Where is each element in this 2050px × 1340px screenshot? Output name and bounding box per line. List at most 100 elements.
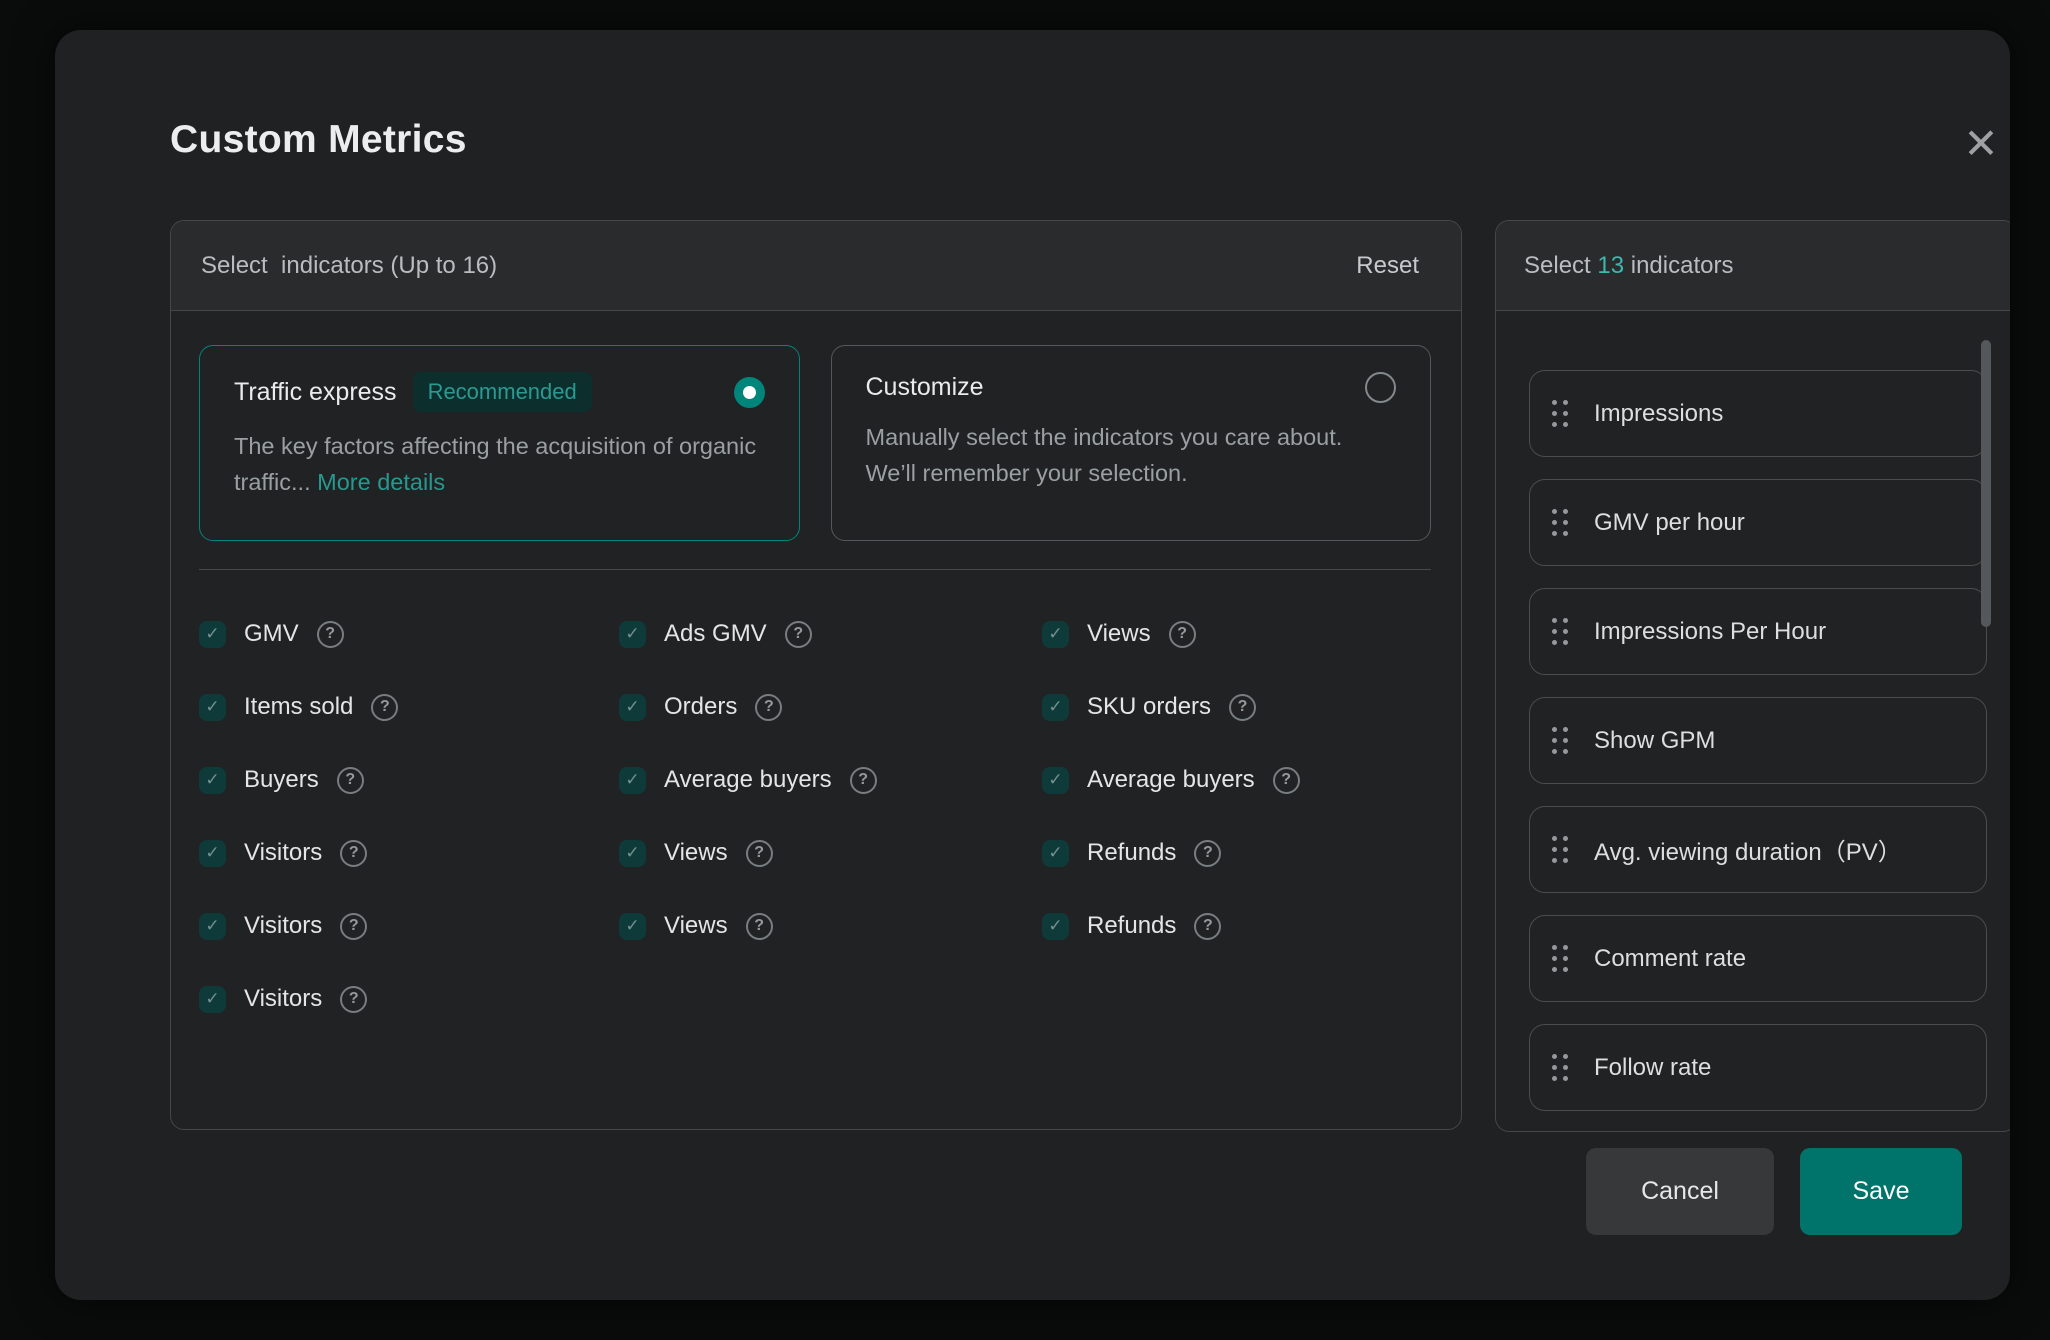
metric-checkbox-row: ✓ Average buyers ? [1042, 756, 1431, 804]
checkbox-checked-icon[interactable]: ✓ [199, 986, 226, 1013]
checkbox-checked-icon[interactable]: ✓ [619, 621, 646, 648]
drag-handle-icon[interactable] [1552, 507, 1568, 539]
help-icon[interactable]: ? [1194, 840, 1221, 867]
indicator-label: Avg. viewing duration（PV） [1594, 832, 1902, 867]
customize-card[interactable]: Customize Manually select the indicators… [831, 345, 1432, 541]
traffic-express-radio[interactable] [734, 377, 765, 408]
save-button[interactable]: Save [1800, 1148, 1962, 1235]
traffic-express-description: The key factors affecting the acquisitio… [234, 428, 765, 501]
recommended-badge: Recommended [413, 372, 592, 412]
indicator-card[interactable]: Follow rate [1529, 1024, 1987, 1111]
metric-label: Views [664, 839, 728, 867]
checkbox-checked-icon[interactable]: ✓ [199, 840, 226, 867]
checkbox-checked-icon[interactable]: ✓ [1042, 767, 1069, 794]
help-icon[interactable]: ? [785, 621, 812, 648]
traffic-express-title: Traffic express [234, 378, 397, 407]
metric-label: Buyers [244, 766, 319, 794]
metric-label: Visitors [244, 839, 322, 867]
help-icon[interactable]: ? [371, 694, 398, 721]
cancel-button[interactable]: Cancel [1586, 1148, 1774, 1235]
metric-checkbox-row: ✓ Views ? [619, 902, 1042, 950]
checkbox-checked-icon[interactable]: ✓ [1042, 913, 1069, 940]
help-icon[interactable]: ? [340, 840, 367, 867]
indicator-card[interactable]: Impressions [1529, 370, 1987, 457]
metric-checkbox-row: ✓ Average buyers ? [619, 756, 1042, 804]
metric-label: Views [1087, 620, 1151, 648]
metric-label: Average buyers [664, 766, 832, 794]
metric-checkbox-row: ✓ Items sold ? [199, 683, 619, 731]
metric-label: Refunds [1087, 912, 1176, 940]
help-icon[interactable]: ? [746, 913, 773, 940]
help-icon[interactable]: ? [746, 840, 773, 867]
traffic-express-card[interactable]: Traffic express Recommended The key fact… [199, 345, 800, 541]
customize-description: Manually select the indicators you care … [866, 419, 1397, 492]
metric-checkbox-row: ✓ Views ? [1042, 610, 1431, 658]
metric-label: Average buyers [1087, 766, 1255, 794]
customize-radio[interactable] [1365, 372, 1396, 403]
metric-checkbox-row: ✓ Orders ? [619, 683, 1042, 731]
checkbox-checked-icon[interactable]: ✓ [199, 694, 226, 721]
metric-checkbox-row: ✓ Visitors ? [199, 829, 619, 877]
reset-button[interactable]: Reset [1356, 252, 1419, 280]
help-icon[interactable]: ? [1273, 767, 1300, 794]
dialog-scrollbar[interactable] [1981, 340, 1991, 627]
metric-checkbox-row: ✓ Refunds ? [1042, 829, 1431, 877]
metric-label: Refunds [1087, 839, 1176, 867]
help-icon[interactable]: ? [755, 694, 782, 721]
checkbox-checked-icon[interactable]: ✓ [619, 694, 646, 721]
indicator-card[interactable]: Avg. viewing duration（PV） [1529, 806, 1987, 893]
left-panel-body: Traffic express Recommended The key fact… [171, 311, 1461, 1023]
checkbox-checked-icon[interactable]: ✓ [619, 840, 646, 867]
drag-handle-icon[interactable] [1552, 398, 1568, 430]
left-panel-header: Select indicators (Up to 16) Reset [171, 221, 1461, 311]
drag-handle-icon[interactable] [1552, 616, 1568, 648]
checkbox-checked-icon[interactable]: ✓ [199, 621, 226, 648]
help-icon[interactable]: ? [340, 986, 367, 1013]
indicator-label: Impressions Per Hour [1594, 618, 1826, 646]
metric-label: GMV [244, 620, 299, 648]
metric-checkbox-row: ✓ Visitors ? [199, 902, 619, 950]
checkbox-checked-icon[interactable]: ✓ [1042, 694, 1069, 721]
metric-checkbox-row: ✓ Buyers ? [199, 756, 619, 804]
metric-label: Visitors [244, 912, 322, 940]
more-details-link[interactable]: More details [317, 469, 445, 495]
help-icon[interactable]: ? [1169, 621, 1196, 648]
checkbox-checked-icon[interactable]: ✓ [199, 767, 226, 794]
close-icon[interactable]: ✕ [1953, 116, 2009, 172]
dialog-title: Custom Metrics [170, 118, 467, 162]
drag-handle-icon[interactable] [1552, 725, 1568, 757]
metric-label: Items sold [244, 693, 353, 721]
mode-cards-row: Traffic express Recommended The key fact… [199, 345, 1431, 541]
customize-title: Customize [866, 373, 984, 402]
checkbox-checked-icon[interactable]: ✓ [199, 913, 226, 940]
selected-indicators-panel: Select 13 indicators Impressions GMV per… [1495, 220, 2010, 1132]
drag-handle-icon[interactable] [1552, 943, 1568, 975]
help-icon[interactable]: ? [337, 767, 364, 794]
help-icon[interactable]: ? [850, 767, 877, 794]
indicator-card[interactable]: Comment rate [1529, 915, 1987, 1002]
metric-checkbox-row: ✓ Views ? [619, 829, 1042, 877]
right-panel-title: Select 13 indicators [1524, 252, 1733, 280]
checkbox-checked-icon[interactable]: ✓ [1042, 840, 1069, 867]
drag-handle-icon[interactable] [1552, 834, 1568, 866]
indicator-label: Comment rate [1594, 945, 1746, 973]
indicator-card[interactable]: Show GPM [1529, 697, 1987, 784]
left-panel-title: Select indicators (Up to 16) [201, 252, 497, 280]
metric-checkbox-row: ✓ SKU orders ? [1042, 683, 1431, 731]
checkbox-checked-icon[interactable]: ✓ [619, 913, 646, 940]
help-icon[interactable]: ? [1194, 913, 1221, 940]
indicator-card[interactable]: Impressions Per Hour [1529, 588, 1987, 675]
drag-handle-icon[interactable] [1552, 1052, 1568, 1084]
metric-label: Ads GMV [664, 620, 767, 648]
help-icon[interactable]: ? [1229, 694, 1256, 721]
indicator-card[interactable]: GMV per hour [1529, 479, 1987, 566]
metric-checkbox-row: ✓ Visitors ? [199, 975, 619, 1023]
checkbox-checked-icon[interactable]: ✓ [1042, 621, 1069, 648]
checkbox-checked-icon[interactable]: ✓ [619, 767, 646, 794]
help-icon[interactable]: ? [340, 913, 367, 940]
metric-checkbox-row: ✓ Ads GMV ? [619, 610, 1042, 658]
footer-actions: Cancel Save [1586, 1148, 1962, 1235]
custom-metrics-dialog: Custom Metrics ✕ Select indicators (Up t… [55, 30, 2010, 1300]
help-icon[interactable]: ? [317, 621, 344, 648]
metric-label: Orders [664, 693, 737, 721]
